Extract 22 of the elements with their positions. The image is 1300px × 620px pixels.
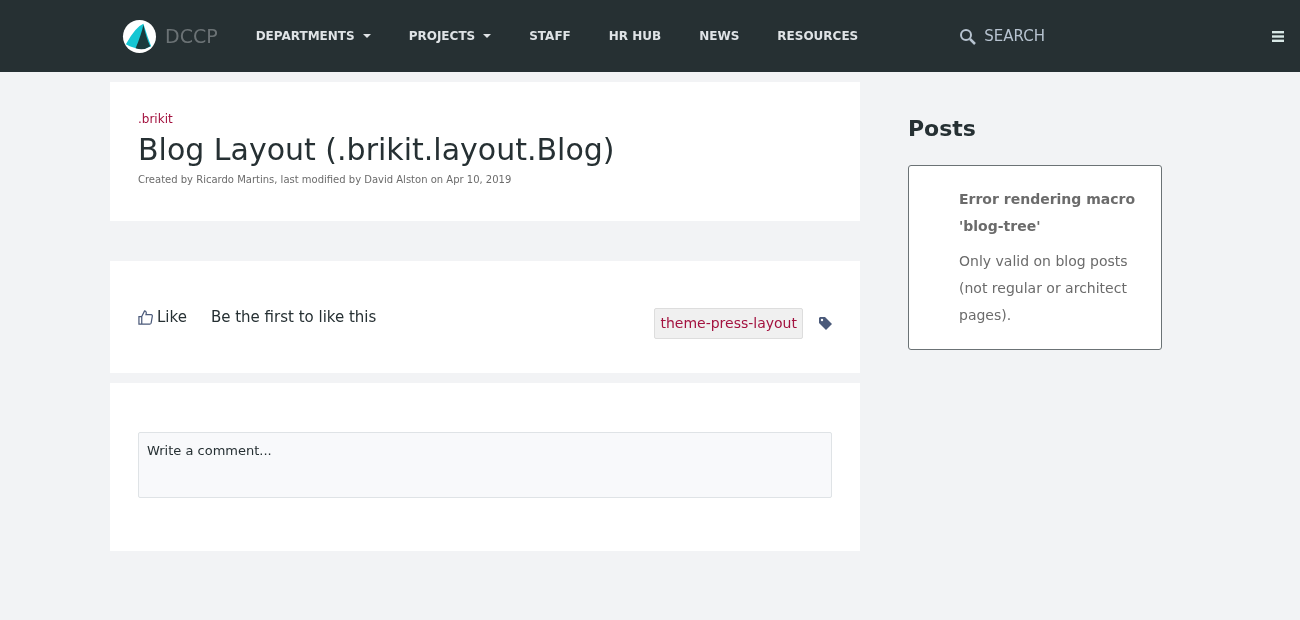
like-button[interactable]: Like: [138, 305, 187, 329]
error-text: Only valid on blog posts (not regular or architect pages).: [959, 252, 1129, 326]
page-title: Blog Layout (.brikit.layout.Blog): [138, 132, 616, 168]
thumbs-up-icon: [138, 309, 153, 325]
page-byline: Created by Ricardo Martins, last modified by David Alston on Apr 10, 2019: [138, 173, 513, 187]
logo-icon[interactable]: [122, 18, 157, 54]
tag-icon[interactable]: [819, 316, 832, 330]
nav-link[interactable]: RESOURCES: [777, 27, 859, 45]
menu-icon[interactable]: [1272, 30, 1284, 42]
search-button[interactable]: SEARCH: [953, 23, 1051, 49]
search-icon: [959, 27, 977, 45]
nav-dropdown[interactable]: PROJECTS: [408, 27, 492, 45]
nav-link[interactable]: NEWS: [699, 27, 740, 45]
nav-link[interactable]: STAFF: [529, 27, 571, 45]
label-tag[interactable]: theme-press-layout: [654, 307, 803, 339]
comment-field[interactable]: Write a comment...: [138, 432, 832, 498]
space-link[interactable]: .brikit: [138, 110, 832, 128]
nav-dropdown[interactable]: DEPARTMENTS: [255, 27, 371, 45]
error-title: Error rendering macro 'blog-tree': [959, 190, 1137, 237]
sidebar-title: Posts: [908, 116, 977, 143]
likes-summary: Be the first to like this: [210, 306, 377, 328]
nav-link[interactable]: HR HUB: [608, 27, 662, 45]
